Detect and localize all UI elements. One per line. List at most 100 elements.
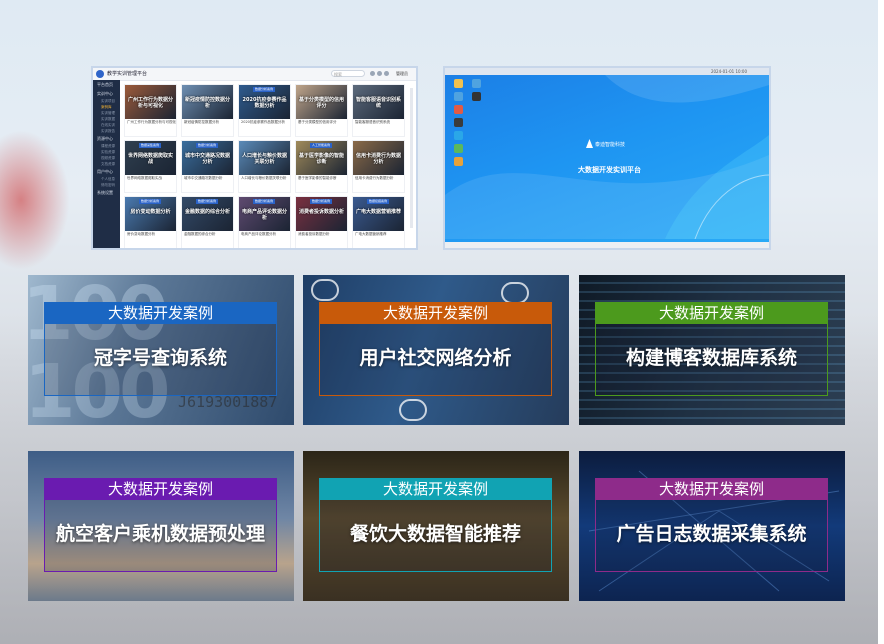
- case-card[interactable]: 数据分析案例电商产品评论数据分析 电商产品评论数据分析: [238, 196, 291, 248]
- case-card-caption: 广电大数据营销推荐: [355, 232, 387, 236]
- case-card-caption: 2020抗疫参赛作品数据分析: [241, 120, 285, 124]
- case-card[interactable]: 人工智能案例 基于医学影像的智能诊断 基于医学影像的智能诊断: [295, 140, 348, 193]
- case-card-image: 数据分析案例电商产品评论数据分析: [239, 197, 290, 231]
- case-card-title: 消费者投诉数据分析: [298, 209, 344, 215]
- case-title: 航空客户乘机数据预处理: [55, 523, 265, 545]
- message-icon[interactable]: [377, 71, 382, 76]
- case-card[interactable]: 信用卡消费行为数据分析 信用卡消费行为数据分析: [352, 140, 405, 193]
- tile-frame: 餐饮大数据智能推荐: [319, 500, 552, 572]
- sidebar-group[interactable]: 平台首页: [93, 80, 120, 89]
- bell-icon[interactable]: [370, 71, 375, 76]
- case-card-image: 基于分类模型的信用评分: [296, 85, 347, 119]
- settings-icon[interactable]: [384, 71, 389, 76]
- tile-frame: 冠字号查询系统: [44, 324, 277, 396]
- tile-band: 大数据开发案例: [44, 478, 277, 500]
- user-name[interactable]: 管理员: [396, 69, 408, 79]
- clock-text: 2024-01-01 10:00: [710, 69, 747, 74]
- sidebar-group[interactable]: 用户中心: [93, 167, 120, 176]
- sidebar-group[interactable]: 资源中心: [93, 134, 120, 143]
- case-card-title: 房价变动数据分析: [130, 209, 171, 215]
- case-card[interactable]: 基于分类模型的信用评分 基于分类模型的信用评分: [295, 84, 348, 137]
- case-card-image: 广州工作行为数据分析与可视化: [125, 85, 176, 119]
- case-card-tag: 数据分析案例: [310, 199, 333, 204]
- scrollbar[interactable]: [410, 88, 413, 228]
- platform-sidebar: 平台首页 实训中心 实训项目 案例库 实训管理 实训数据 在线实训 实训报告 资源中心 课程资源实…: [93, 80, 120, 248]
- case-card-caption: 金融数据的综合分析: [184, 232, 216, 236]
- desktop-app-icon[interactable]: [454, 92, 463, 101]
- case-tile-1[interactable]: 100 100 J6193001887 大数据开发案例 冠字号查询系统: [28, 275, 294, 425]
- desktop-app-icon[interactable]: [454, 131, 463, 140]
- sidebar-group[interactable]: 实训中心: [93, 89, 120, 98]
- case-card[interactable]: 广州工作行为数据分析与可视化 广州工作行为数据分析与可视化: [124, 84, 177, 137]
- case-tile-4[interactable]: 大数据开发案例 航空客户乘机数据预处理: [28, 451, 294, 601]
- case-card[interactable]: 数据分析案例 金融数据的综合分析 金融数据的综合分析: [181, 196, 234, 248]
- chat-bubble-icon: [501, 282, 529, 304]
- taskbar[interactable]: [445, 242, 769, 248]
- case-card-caption: 人口增长与粮价数据关联分析: [241, 176, 287, 180]
- case-card-title: 广电大数据营销推荐: [355, 209, 401, 215]
- platform-screenshot[interactable]: 教学实训管理平台 搜索 管理员 平台首页 实训中心 实训项目 案例库 实训管理 实训数据在…: [91, 66, 418, 250]
- case-title: 冠字号查询系统: [93, 347, 227, 369]
- desktop-app-icon[interactable]: [454, 157, 463, 166]
- case-card-tag: 数据分析案例: [139, 199, 162, 204]
- case-tile-6[interactable]: 大数据开发案例 广告日志数据采集系统: [579, 451, 845, 601]
- chat-bubble-icon: [399, 399, 427, 421]
- desktop-app-icon[interactable]: [454, 118, 463, 127]
- case-title: 广告日志数据采集系统: [616, 523, 807, 545]
- desktop-area: 泰迪智能科技 大数据开发实训平台: [445, 75, 769, 242]
- case-card-caption: 世界网络数据爬取实战: [127, 176, 162, 180]
- tile-frame: 用户社交网络分析: [319, 324, 552, 396]
- tile-band: 大数据开发案例: [595, 478, 828, 500]
- case-card-image: 数据分析案例 金融数据的综合分析: [182, 197, 233, 231]
- case-card-image: 数据分析案例 2020抗疫参赛作品数据分析: [239, 85, 290, 119]
- case-card-caption: 广州工作行为数据分析与可视化: [127, 120, 176, 124]
- case-title: 餐饮大数据智能推荐: [349, 523, 521, 545]
- brand-name: 泰迪智能科技: [595, 142, 626, 148]
- case-card-grid: 广州工作行为数据分析与可视化 广州工作行为数据分析与可视化 新冠疫情防控数据分析 新冠…: [124, 84, 405, 248]
- case-card-caption: 新冠疫情防控数据分析: [184, 120, 219, 124]
- search-input[interactable]: 搜索: [331, 70, 365, 77]
- case-card[interactable]: 数据分析案例 房价变动数据分析 房价变动数据分析: [124, 196, 177, 248]
- desktop-app-icon[interactable]: [454, 105, 463, 114]
- right-edge: [878, 0, 884, 644]
- case-card-image: 信用卡消费行为数据分析: [353, 141, 404, 175]
- desktop-app-icon[interactable]: [454, 144, 463, 153]
- case-card[interactable]: 数据分析案例 消费者投诉数据分析 消费者投诉数据分析: [295, 196, 348, 248]
- case-card[interactable]: 数据挖掘案例 广电大数据营销推荐 广电大数据营销推荐: [352, 196, 405, 248]
- case-card-tag: 数据挖掘案例: [367, 199, 390, 204]
- case-card-caption: 房价变动数据分析: [127, 232, 155, 236]
- case-card[interactable]: 人口增长与粮价数据关联分析 人口增长与粮价数据关联分析: [238, 140, 291, 193]
- case-card[interactable]: 智能客服语音识别系统 智能客服语音识别系统: [352, 84, 405, 137]
- case-card-caption: 消费者投诉数据分析: [298, 232, 330, 236]
- tile-frame: 航空客户乘机数据预处理: [44, 500, 277, 572]
- sidebar-group[interactable]: 系统设置: [93, 188, 120, 197]
- case-card[interactable]: 数据采集案例 世界网络数据爬取实战 世界网络数据爬取实战: [124, 140, 177, 193]
- case-tile-3[interactable]: 大数据开发案例 构建博客数据库系统: [579, 275, 845, 425]
- tile-band: 大数据开发案例: [319, 478, 552, 500]
- case-card[interactable]: 新冠疫情防控数据分析 新冠疫情防控数据分析: [181, 84, 234, 137]
- case-tile-5[interactable]: 大数据开发案例 餐饮大数据智能推荐: [303, 451, 569, 601]
- case-tile-2[interactable]: 大数据开发案例 用户社交网络分析: [303, 275, 569, 425]
- case-card-image: 智能客服语音识别系统: [353, 85, 404, 119]
- case-card-tag: 数据分析案例: [253, 199, 276, 204]
- case-card-title: 电商产品评论数据分析: [241, 209, 287, 221]
- desktop-wave-decoration: [445, 75, 769, 239]
- case-card-image: 数据分析案例消费者投诉数据分析: [296, 197, 347, 231]
- case-card-title: 基于医学影像的智能诊断: [298, 153, 344, 165]
- case-card-caption: 基于医学影像的智能诊断: [298, 176, 337, 180]
- case-card-title: 城市中交通路况数据分析: [184, 153, 230, 165]
- desktop-screenshot[interactable]: 2024-01-01 10:00 泰迪智能科技 大数据开发实训平台: [443, 66, 771, 250]
- case-card[interactable]: 数据分析案例 2020抗疫参赛作品数据分析 2020抗疫参赛作品数据分析: [238, 84, 291, 137]
- tile-frame: 广告日志数据采集系统: [595, 500, 828, 572]
- case-card-title: 智能客服语音识别系统: [355, 97, 401, 109]
- chat-bubble-icon: [311, 279, 339, 301]
- desktop-app-icon[interactable]: [472, 92, 481, 101]
- case-card[interactable]: 数据分析案例 城市中交通路况数据分析 城市中交通路况数据分析: [181, 140, 234, 193]
- case-title: 用户社交网络分析: [359, 347, 512, 369]
- tile-frame: 构建博客数据库系统: [595, 324, 828, 396]
- platform-title: 教学实训管理平台: [107, 71, 148, 77]
- desktop-app-icon[interactable]: [472, 79, 481, 88]
- case-card-image: 数据分析案例 城市中交通路况数据分析: [182, 141, 233, 175]
- desktop-app-icon[interactable]: [454, 79, 463, 88]
- case-card-caption: 信用卡消费行为数据分析: [355, 176, 394, 180]
